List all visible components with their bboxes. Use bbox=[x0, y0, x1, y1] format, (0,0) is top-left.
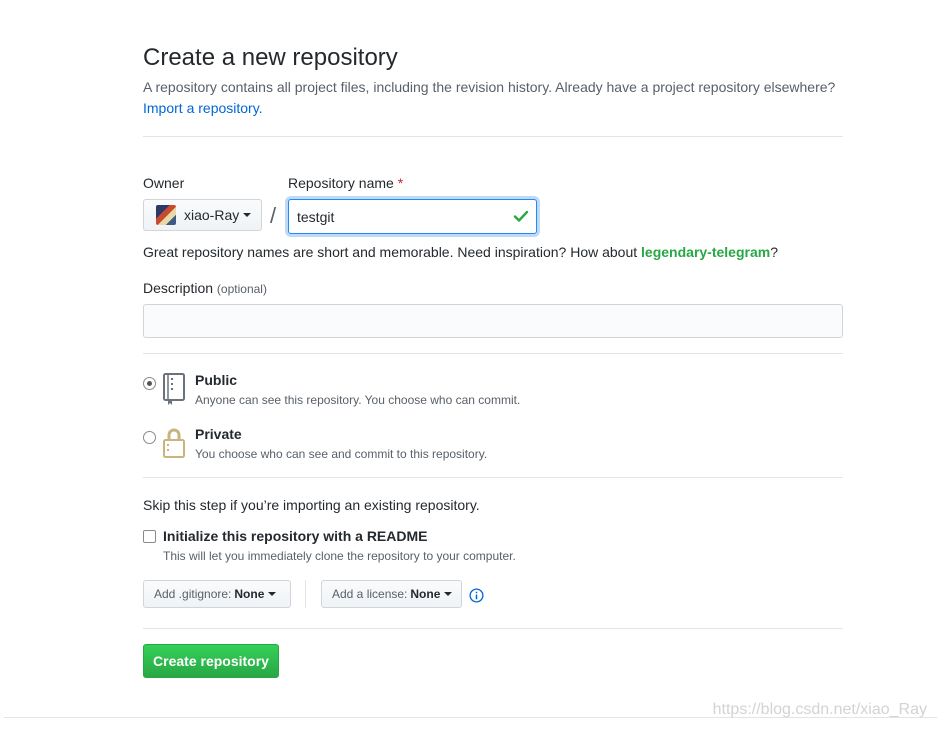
name-suggestion[interactable]: legendary-telegram bbox=[641, 244, 770, 260]
owner-name: xiao-Ray bbox=[184, 207, 240, 223]
vertical-divider bbox=[305, 580, 306, 608]
divider bbox=[143, 136, 843, 137]
repository-name-label: Repository name * bbox=[288, 175, 403, 191]
init-readme-label[interactable]: Initialize this repository with a README bbox=[163, 528, 427, 544]
description-label: Description (optional) bbox=[143, 280, 267, 296]
optional-note: (optional) bbox=[216, 282, 267, 296]
divider bbox=[143, 353, 843, 354]
create-repository-button[interactable]: Create repository bbox=[143, 644, 279, 678]
owner-select[interactable]: xiao-Ray bbox=[143, 199, 262, 231]
gitignore-label: Add .gitignore: bbox=[154, 587, 232, 601]
visibility-private-radio[interactable] bbox=[143, 431, 156, 444]
info-icon[interactable] bbox=[469, 588, 484, 603]
lock-icon bbox=[163, 428, 185, 458]
public-title[interactable]: Public bbox=[195, 372, 237, 388]
required-mark: * bbox=[397, 175, 404, 191]
description-label-text: Description bbox=[143, 280, 214, 296]
gitignore-value: None bbox=[234, 587, 265, 601]
license-value: None bbox=[410, 587, 441, 601]
owner-label: Owner bbox=[143, 175, 185, 191]
divider bbox=[143, 477, 843, 478]
name-hint: Great repository names are short and mem… bbox=[143, 244, 778, 260]
caret-down-icon bbox=[243, 213, 252, 217]
caret-down-icon bbox=[444, 592, 453, 596]
private-note: You choose who can see and commit to thi… bbox=[195, 447, 488, 461]
avatar bbox=[156, 205, 176, 225]
init-readme-checkbox[interactable] bbox=[143, 530, 156, 543]
check-icon bbox=[513, 210, 529, 222]
page-subtitle: A repository contains all project files,… bbox=[143, 79, 836, 95]
init-readme-note: This will let you immediately clone the … bbox=[163, 549, 516, 563]
repo-icon bbox=[163, 373, 185, 405]
watermark: https://blog.csdn.net/xiao_Ray bbox=[712, 701, 927, 718]
name-hint-suffix: ? bbox=[770, 244, 779, 260]
public-note: Anyone can see this repository. You choo… bbox=[195, 393, 521, 407]
description-input[interactable] bbox=[143, 304, 843, 338]
repository-name-label-text: Repository name bbox=[288, 175, 394, 191]
caret-down-icon bbox=[268, 592, 277, 596]
license-label: Add a license: bbox=[332, 587, 408, 601]
owner-repo-separator: / bbox=[270, 203, 277, 228]
repository-name-input[interactable] bbox=[288, 199, 537, 234]
divider bbox=[143, 628, 843, 629]
gitignore-select[interactable]: Add .gitignore: None bbox=[143, 580, 291, 608]
skip-note: Skip this step if you’re importing an ex… bbox=[143, 497, 480, 513]
page-title: Create a new repository bbox=[143, 44, 398, 71]
visibility-public-radio[interactable] bbox=[143, 377, 156, 390]
private-title[interactable]: Private bbox=[195, 426, 242, 442]
import-repository-link[interactable]: Import a repository. bbox=[143, 100, 263, 116]
name-hint-text: Great repository names are short and mem… bbox=[143, 244, 642, 260]
license-select[interactable]: Add a license: None bbox=[321, 580, 462, 608]
